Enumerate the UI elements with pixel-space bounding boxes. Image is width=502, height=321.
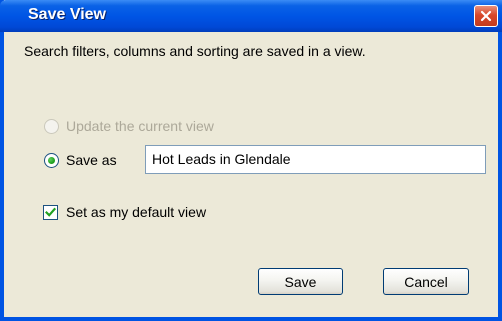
title-bar[interactable]: Save View — [0, 0, 502, 32]
update-current-view-label: Update the current view — [66, 118, 214, 134]
save-as-label[interactable]: Save as — [66, 152, 117, 168]
default-view-label[interactable]: Set as my default view — [66, 204, 206, 220]
checkmark-icon — [45, 207, 56, 217]
save-as-option[interactable]: Save as — [44, 150, 117, 170]
dialog-title: Save View — [28, 6, 106, 23]
default-view-option[interactable]: Set as my default view — [43, 202, 206, 222]
default-view-checkbox[interactable] — [43, 204, 58, 220]
close-button[interactable] — [474, 5, 498, 27]
save-button[interactable]: Save — [258, 268, 343, 295]
update-current-view-radio — [44, 118, 59, 134]
update-current-view-option: Update the current view — [44, 116, 214, 136]
close-icon — [480, 10, 492, 22]
cancel-button[interactable]: Cancel — [383, 268, 469, 295]
save-as-radio[interactable] — [44, 152, 59, 168]
dialog-description: Search filters, columns and sorting are … — [24, 43, 366, 59]
view-name-input[interactable]: Hot Leads in Glendale — [145, 145, 486, 174]
